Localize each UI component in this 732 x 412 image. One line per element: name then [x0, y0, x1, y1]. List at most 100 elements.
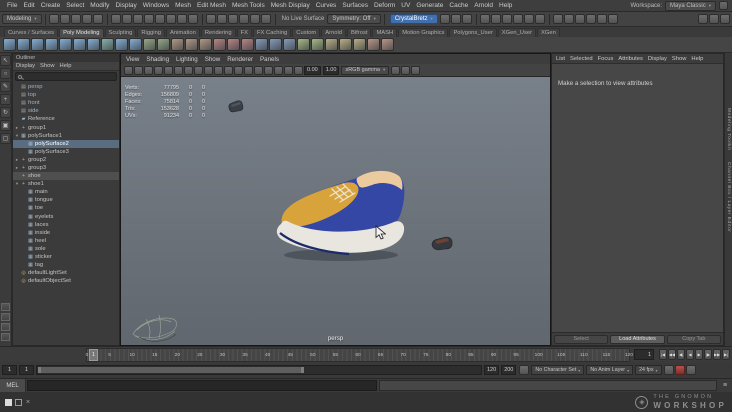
shelf-tab-xgen[interactable]: XGen — [537, 28, 560, 37]
anim-layer-dropdown[interactable]: No Anim Layer — [586, 365, 634, 375]
resolution-gate-icon[interactable] — [586, 14, 597, 24]
outliner-item-reference[interactable]: ▰ Reference — [13, 115, 119, 123]
menu-item-mesh-display[interactable]: Mesh Display — [268, 2, 313, 9]
menu-item-create[interactable]: Create — [38, 2, 64, 9]
expand-panel-icon[interactable] — [15, 398, 22, 406]
outliner-item-group3[interactable]: ▸ + group3 — [13, 164, 119, 172]
go-to-end-button[interactable]: ▶| — [722, 349, 730, 360]
platonic-solid-icon[interactable] — [101, 38, 114, 51]
append-to-polygon-icon[interactable] — [325, 38, 338, 51]
separate-icon[interactable] — [269, 38, 282, 51]
outliner-item-group1[interactable]: ▸ + group1 — [13, 123, 119, 131]
select-mask-joints-icon[interactable] — [155, 14, 166, 24]
script-editor-icon[interactable]: ≡ — [718, 379, 732, 392]
outliner-item-tag[interactable]: ▦ tag — [13, 261, 119, 269]
polygon-cone-icon[interactable] — [45, 38, 58, 51]
symmetry-dropdown[interactable]: Symmetry: Off — [327, 14, 381, 24]
outliner-search-field[interactable] — [15, 72, 117, 81]
tool-settings-toggle-icon[interactable] — [708, 14, 719, 24]
shelf-tab-curves-surfaces[interactable]: Curves / Surfaces — [4, 28, 59, 37]
perspective-viewport[interactable]: View Shading Lighting Show Renderer Panels 0.… — [120, 53, 551, 346]
menu-item-edit[interactable]: Edit — [20, 2, 37, 9]
outliner-item-group2[interactable]: ▸ + group2 — [13, 156, 119, 164]
go-to-start-button[interactable]: |◀ — [659, 349, 667, 360]
outliner-menu-help[interactable]: Help — [60, 63, 72, 69]
render-settings-icon[interactable] — [513, 14, 524, 24]
outliner-item-sole[interactable]: ▦ sole — [13, 245, 119, 253]
polygon-cylinder-icon[interactable] — [31, 38, 44, 51]
smooth-icon[interactable] — [311, 38, 324, 51]
select-camera-icon[interactable] — [123, 65, 133, 75]
shelf-tab-arnold[interactable]: Arnold — [321, 28, 347, 37]
ultra-shape-icon[interactable] — [199, 38, 212, 51]
field-chart-icon[interactable] — [608, 14, 619, 24]
playback-options-icon[interactable] — [518, 365, 529, 375]
ipr-render-icon[interactable] — [502, 14, 513, 24]
outliner-item-front[interactable]: ▤ front — [13, 99, 119, 107]
render-setup-icon[interactable] — [535, 14, 546, 24]
snap-to-point-icon[interactable] — [228, 14, 239, 24]
menu-item-mesh[interactable]: Mesh — [172, 2, 194, 9]
viewport-menu-panels[interactable]: Panels — [260, 56, 279, 63]
oversampling-icon[interactable] — [183, 65, 193, 75]
boolean-intersection-icon[interactable] — [241, 38, 254, 51]
select-component-icon[interactable] — [133, 14, 144, 24]
polygon-disc-icon[interactable] — [87, 38, 100, 51]
outliner-item-defaultobjectset[interactable]: ◎ defaultObjectSet — [13, 277, 119, 285]
bridge-icon[interactable] — [353, 38, 366, 51]
extrude-icon[interactable] — [367, 38, 380, 51]
background-object-small[interactable] — [227, 99, 245, 114]
menu-item-surfaces[interactable]: Surfaces — [339, 2, 371, 9]
workspace-options-icon[interactable] — [719, 1, 728, 10]
outliner-item-polysurface2[interactable]: ▦ polySurface2 — [13, 139, 119, 148]
time-ticks[interactable]: 1 0 5 10 15 20 25 30 35 40 45 50 55 60 65 70 75 80 85 90 95… — [86, 348, 633, 362]
wireframe-icon[interactable] — [233, 65, 243, 75]
menu-item-help[interactable]: Help — [496, 2, 515, 9]
spherical-harmonics-icon[interactable] — [185, 38, 198, 51]
set-key-icon[interactable] — [664, 365, 675, 375]
lasso-select-tool-icon[interactable]: ○ — [0, 68, 11, 79]
render-current-frame-icon[interactable] — [491, 14, 502, 24]
live-surface-button[interactable]: No Live Surface — [282, 16, 325, 22]
snap-to-view-plane-icon[interactable] — [250, 14, 261, 24]
ae-button-copy-tab[interactable]: Copy Tab — [666, 334, 721, 344]
menu-item-modify[interactable]: Modify — [87, 2, 112, 9]
time-slider[interactable]: 1 0 5 10 15 20 25 30 35 40 45 50 55 60 65 70 75 80 85 90 95… — [0, 346, 732, 362]
snap-to-projected-center-icon[interactable] — [239, 14, 250, 24]
combine-icon[interactable] — [255, 38, 268, 51]
shelf-tab-rendering[interactable]: Rendering — [200, 28, 236, 37]
view-transform-dropdown[interactable]: sRGB gamma — [341, 65, 390, 75]
menu-item-cache[interactable]: Cache — [446, 2, 471, 9]
outliner-item-laces[interactable]: ▦ laces — [13, 221, 119, 229]
select-hierarchy-icon[interactable] — [111, 14, 122, 24]
shelf-tab-poly-modeling[interactable]: Poly Modeling — [59, 28, 104, 37]
attribute-editor-toggle-icon[interactable] — [697, 14, 708, 24]
isolate-select-icon[interactable] — [193, 65, 203, 75]
outliner-menu-show[interactable]: Show — [40, 63, 55, 69]
polygon-gear-icon[interactable] — [143, 38, 156, 51]
step-forward-key-button[interactable]: ▶▶ — [713, 349, 721, 360]
workspace-dropdown[interactable]: Maya Classic — [665, 0, 716, 11]
move-tool-icon[interactable]: + — [0, 94, 11, 105]
outliner-item-inside[interactable]: ▦ inside — [13, 229, 119, 237]
rotate-tool-icon[interactable]: ↻ — [0, 107, 11, 118]
boolean-union-icon[interactable] — [213, 38, 226, 51]
outliner-item-shoe1[interactable]: ▾ + shoe1 — [13, 180, 119, 188]
grease-pencil-icon[interactable] — [564, 14, 575, 24]
camera-gate-icon[interactable] — [575, 14, 586, 24]
single-pane-layout-icon[interactable] — [1, 303, 10, 311]
shelf-tab-sculpting[interactable]: Sculpting — [104, 28, 137, 37]
select-object-icon[interactable] — [122, 14, 133, 24]
menu-item-uv[interactable]: UV — [398, 2, 413, 9]
select-mask-curves-icon[interactable] — [166, 14, 177, 24]
step-back-key-button[interactable]: ◀◀ — [668, 349, 676, 360]
outliner-menu-display[interactable]: Display — [16, 63, 35, 69]
playback-start-field[interactable]: 1 — [19, 365, 34, 375]
construction-history-icon[interactable] — [462, 14, 473, 24]
depth-of-field-icon[interactable] — [400, 65, 410, 75]
outliner-item-polysurface3[interactable]: ▦ polySurface3 — [13, 148, 119, 156]
viewport-menu-shading[interactable]: Shading — [146, 56, 169, 63]
last-tool-icon[interactable]: ▢ — [0, 133, 11, 144]
outliner-item-sticker[interactable]: ▦ sticker — [13, 253, 119, 261]
output-connections-icon[interactable] — [451, 14, 462, 24]
